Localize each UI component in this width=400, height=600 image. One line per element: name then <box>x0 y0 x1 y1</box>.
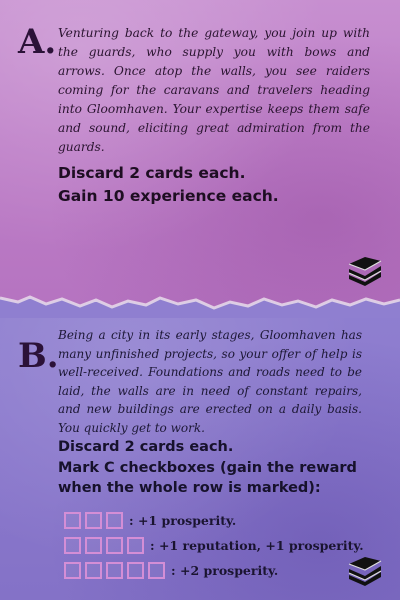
checkbox-row-reward: : +1 prosperity. <box>129 513 237 528</box>
option-a-rewards: Discard 2 cards each. Gain 10 experience… <box>58 162 279 208</box>
checkbox[interactable] <box>148 562 165 579</box>
option-b-story-text: Being a city in its early stages, Gloomh… <box>58 328 362 435</box>
checkbox[interactable] <box>64 512 81 529</box>
card-deck-icon <box>348 257 382 286</box>
checkbox-row-reward: : +1 reputation, +1 prosperity. <box>150 538 364 553</box>
checkbox[interactable] <box>64 537 81 554</box>
reward-line: Mark C checkboxes (gain the reward when … <box>58 459 357 497</box>
checkbox[interactable] <box>127 562 144 579</box>
checkbox[interactable] <box>85 512 102 529</box>
option-b-rewards: Discard 2 cards each. Mark C checkboxes … <box>58 437 368 499</box>
checkbox[interactable] <box>85 537 102 554</box>
option-b-letter: B. <box>18 336 59 376</box>
event-card: A. Venturing back to the gateway, you jo… <box>0 0 400 600</box>
checkbox-row-2: : +1 reputation, +1 prosperity. <box>64 537 364 554</box>
checkbox[interactable] <box>127 537 144 554</box>
checkbox-row-1: : +1 prosperity. <box>64 512 236 529</box>
checkbox[interactable] <box>85 562 102 579</box>
option-a-story-text: Venturing back to the gateway, you join … <box>58 26 370 154</box>
card-deck-icon <box>348 557 382 586</box>
reward-line: Gain 10 experience each. <box>58 187 279 205</box>
checkbox-row-3: : +2 prosperity. <box>64 562 278 579</box>
option-a-letter: A. <box>18 22 57 62</box>
reward-line: Discard 2 cards each. <box>58 164 246 182</box>
torn-paper-edge <box>0 295 400 318</box>
checkbox-row-reward: : +2 prosperity. <box>171 563 279 578</box>
checkbox[interactable] <box>64 562 81 579</box>
checkbox[interactable] <box>106 562 123 579</box>
checkbox[interactable] <box>106 537 123 554</box>
reward-line: Discard 2 cards each. <box>58 439 234 455</box>
checkbox[interactable] <box>106 512 123 529</box>
